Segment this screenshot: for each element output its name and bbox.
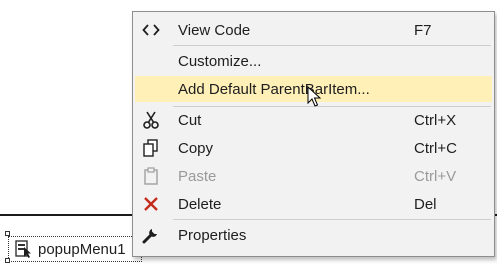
wrench-icon xyxy=(142,226,160,244)
menu-item-properties[interactable]: Properties xyxy=(135,222,492,248)
selection-handle[interactable] xyxy=(5,231,10,236)
selection-handle[interactable] xyxy=(5,258,10,263)
delete-x-icon xyxy=(142,195,160,213)
menu-item-view-code[interactable]: View Code F7 xyxy=(135,17,492,43)
context-menu: View Code F7 Customize... Add Default Pa… xyxy=(132,11,495,257)
menu-item-customize[interactable]: Customize... xyxy=(135,48,492,74)
menu-item-shortcut: Ctrl+X xyxy=(414,111,457,129)
menu-item-label: Delete xyxy=(178,195,222,213)
menu-item-shortcut: Ctrl+V xyxy=(414,167,457,185)
paste-icon xyxy=(142,167,160,185)
scissors-icon xyxy=(142,111,160,129)
menu-item-delete[interactable]: Delete Del xyxy=(135,191,492,217)
menu-item-shortcut: Del xyxy=(414,195,437,213)
menu-item-label: Customize... xyxy=(178,52,262,70)
mouse-cursor-icon xyxy=(307,86,321,107)
menu-separator xyxy=(173,45,491,46)
menu-item-shortcut: F7 xyxy=(414,21,432,39)
tray-item-popupmenu1[interactable]: popupMenu1 xyxy=(8,236,142,262)
menu-item-label: Cut xyxy=(178,111,202,129)
menu-item-cut[interactable]: Cut Ctrl+X xyxy=(135,107,492,133)
menu-item-label: Paste xyxy=(178,167,217,185)
menu-item-label: Add Default ParentBarItem... xyxy=(178,80,370,98)
menu-item-copy[interactable]: Copy Ctrl+C xyxy=(135,135,492,161)
menu-item-label: Properties xyxy=(178,226,247,244)
menu-item-label: View Code xyxy=(178,21,251,39)
popup-menu-component-icon xyxy=(15,240,33,258)
menu-item-label: Copy xyxy=(178,139,214,157)
copy-icon xyxy=(142,139,160,157)
menu-separator xyxy=(173,219,491,220)
code-icon xyxy=(142,21,160,39)
menu-item-paste[interactable]: Paste Ctrl+V xyxy=(135,163,492,189)
tray-item-label: popupMenu1 xyxy=(38,240,126,258)
menu-item-shortcut: Ctrl+C xyxy=(414,139,457,157)
